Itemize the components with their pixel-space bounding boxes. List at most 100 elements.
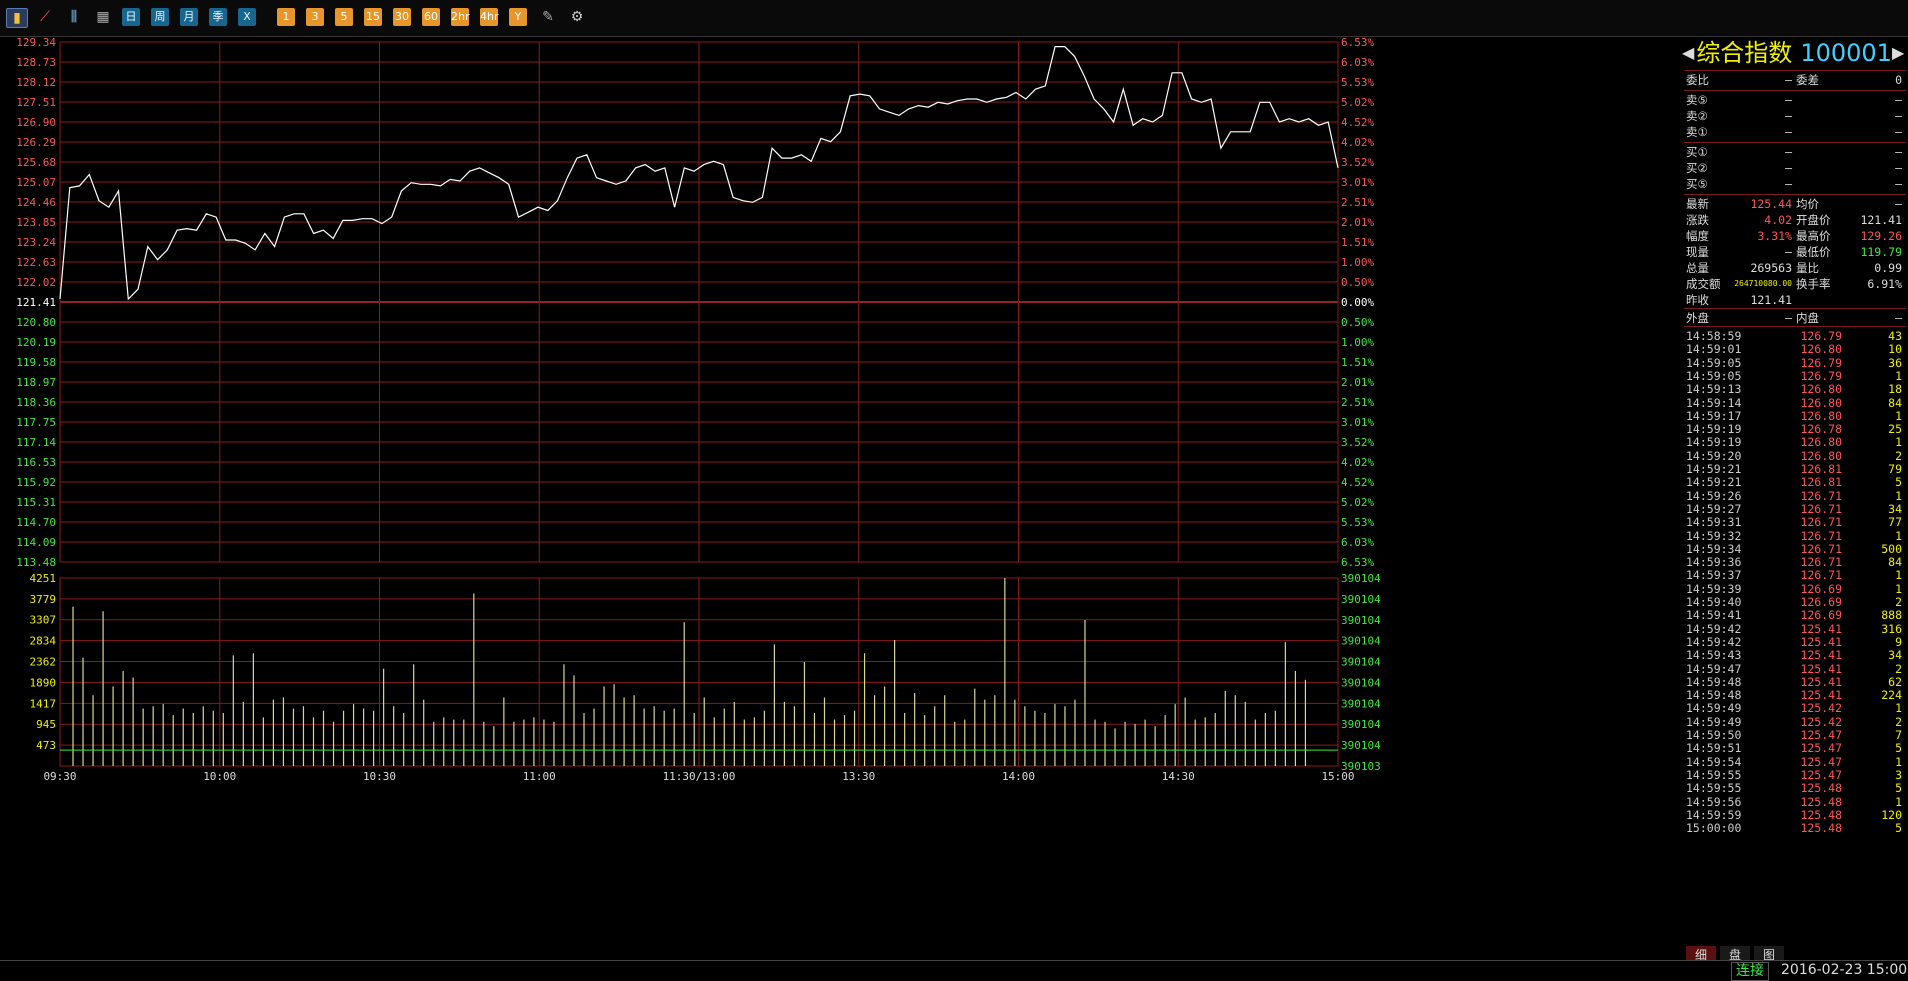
pct-tick-label: 6.53%	[1341, 36, 1374, 49]
stat-row-v1: 4.02	[1764, 213, 1792, 227]
stat-row-lbl2: 最低价	[1796, 245, 1831, 259]
volume-right-tick-label: 3901041	[1341, 718, 1380, 731]
toolbar-m30-button[interactable]: 30	[393, 8, 411, 26]
volume-tick-label: 473	[36, 739, 56, 752]
stat-row: 涨跌 4.02 开盘价 121.41	[1686, 212, 1904, 228]
stat-row-v2: 129.26	[1860, 229, 1902, 243]
volume-tick-label: 1890	[30, 676, 57, 689]
pct-tick-label: 1.00%	[1341, 336, 1374, 349]
instrument-header: ◀综合指数 100001▶	[1682, 36, 1908, 70]
price-tick-label: 122.63	[16, 256, 56, 269]
price-tick-label: 121.41	[16, 296, 56, 309]
volume-right-tick-label: 3901048	[1341, 572, 1380, 585]
quote-panel: ◀综合指数 100001▶ 委比 — 委差 0 卖⑤ — — 卖② — — 卖① — — 买① — — 买② — — 买…	[1682, 36, 1908, 945]
stat-row-v1: 125.44	[1750, 197, 1792, 211]
toolbar-m5-button[interactable]: 5	[335, 8, 353, 26]
datetime-display: 2016-02-23 15:00	[1781, 962, 1908, 978]
bid-row: 买② — —	[1686, 160, 1904, 176]
waipan-row-v1: —	[1785, 311, 1792, 325]
pct-tick-label: 1.00%	[1341, 256, 1374, 269]
pct-tick-label: 2.51%	[1341, 396, 1374, 409]
gear-icon: ⚙	[570, 9, 584, 25]
price-tick-label: 120.80	[16, 316, 56, 329]
ask-row-lbl: 卖②	[1686, 109, 1708, 123]
toolbar-m3-button[interactable]: 3	[306, 8, 324, 26]
waipan-row: 外盘 — 内盘 —	[1686, 310, 1904, 326]
stat-row-v2: —	[1895, 197, 1902, 211]
time-tick-label: 11:00	[523, 770, 556, 783]
stat-row: 昨收 121.41	[1686, 292, 1904, 308]
stat-row-lbl2: 换手率	[1796, 277, 1831, 291]
pct-tick-label: 6.03%	[1341, 536, 1374, 549]
volume-right-tick-label: 3901047	[1341, 593, 1380, 606]
time-tick-label: 14:30	[1162, 770, 1195, 783]
volume-tick-label: 2834	[30, 635, 57, 648]
toolbar-y-button[interactable]: Y	[509, 8, 527, 26]
price-tick-label: 115.31	[16, 496, 56, 509]
toolbar-m1-button[interactable]: 1	[277, 8, 295, 26]
stat-row-v2: 6.91%	[1867, 277, 1902, 291]
ask-row-v1: —	[1785, 109, 1792, 123]
stat-row-lbl: 昨收	[1686, 293, 1709, 307]
tick-price: 125.48	[1800, 821, 1842, 836]
price-tick-label: 119.58	[16, 356, 56, 369]
connection-status[interactable]: 连接	[1731, 962, 1769, 981]
line-chart-icon: ⟋	[40, 9, 50, 25]
ask-row-lbl: 卖①	[1686, 125, 1708, 139]
price-tick-label: 114.70	[16, 516, 56, 529]
toolbar-calendar-button[interactable]: ▦	[93, 8, 113, 26]
pct-tick-label: 4.52%	[1341, 116, 1374, 129]
panel-separator	[1684, 326, 1906, 327]
price-tick-label: 118.36	[16, 396, 56, 409]
time-tick-label: 14:00	[1002, 770, 1035, 783]
price-tick-label: 125.07	[16, 176, 56, 189]
toolbar-draw-button[interactable]: ✎	[538, 8, 558, 26]
volume-right-tick-label: 3901039	[1341, 760, 1380, 773]
pct-tick-label: 5.53%	[1341, 516, 1374, 529]
toolbar-candle-button[interactable]: ⫼	[64, 8, 84, 26]
stat-row-v1: 264710080.00	[1734, 279, 1792, 288]
price-tick-label: 118.97	[16, 376, 56, 389]
bid-row-v2: —	[1895, 161, 1902, 175]
next-instrument-arrow-icon[interactable]: ▶	[1892, 43, 1904, 62]
toolbar-week-button[interactable]: 周	[151, 8, 169, 26]
toolbar-x-button[interactable]: X	[238, 8, 256, 26]
panel-separator	[1684, 90, 1906, 91]
toolbar-intraday-button[interactable]: ▮	[6, 8, 28, 28]
price-tick-label: 116.53	[16, 456, 56, 469]
price-tick-label: 117.75	[16, 416, 56, 429]
waipan-row-lbl: 外盘	[1686, 311, 1709, 325]
volume-right-tick-label: 3901042	[1341, 697, 1380, 710]
toolbar-h2-button[interactable]: 2hr	[451, 8, 470, 26]
toolbar-h4-button[interactable]: 4hr	[480, 8, 499, 26]
bid-row-v1: —	[1785, 161, 1792, 175]
panel-separator	[1684, 142, 1906, 143]
ask-row-v2: —	[1895, 125, 1902, 139]
toolbar-line-button[interactable]: ⟋	[35, 8, 55, 26]
stat-row-lbl2: 量比	[1796, 261, 1819, 275]
toolbar-m60-button[interactable]: 60	[422, 8, 440, 26]
panel-separator	[1684, 308, 1906, 309]
ask-row-v2: —	[1895, 93, 1902, 107]
price-tick-label: 124.46	[16, 196, 56, 209]
stat-row-lbl: 现量	[1686, 245, 1709, 259]
price-tick-label: 128.73	[16, 56, 56, 69]
prev-instrument-arrow-icon[interactable]: ◀	[1682, 43, 1694, 62]
stat-row-lbl: 涨跌	[1686, 213, 1709, 227]
price-tick-label: 113.48	[16, 556, 56, 569]
time-tick-label: 10:30	[363, 770, 396, 783]
toolbar-settings-button[interactable]: ⚙	[567, 8, 587, 26]
toolbar-month-button[interactable]: 月	[180, 8, 198, 26]
toolbar: ▮ ⟋ ⫼ ▦ 日周月季 X 1 3 5 15 30 60 2hr 4hr Y ✎ ⚙	[0, 0, 1908, 37]
bid-row: 买① — —	[1686, 144, 1904, 160]
pct-tick-label: 4.02%	[1341, 136, 1374, 149]
stat-row: 最新 125.44 均价 —	[1686, 196, 1904, 212]
price-tick-label: 129.34	[16, 36, 56, 49]
stat-row-lbl: 总量	[1686, 261, 1709, 275]
ask-row-v1: —	[1785, 125, 1792, 139]
toolbar-day-button[interactable]: 日	[122, 8, 140, 26]
toolbar-m15-button[interactable]: 15	[364, 8, 382, 26]
volume-tick-label: 1417	[30, 697, 57, 710]
pct-tick-label: 4.02%	[1341, 456, 1374, 469]
toolbar-season-button[interactable]: 季	[209, 8, 227, 26]
